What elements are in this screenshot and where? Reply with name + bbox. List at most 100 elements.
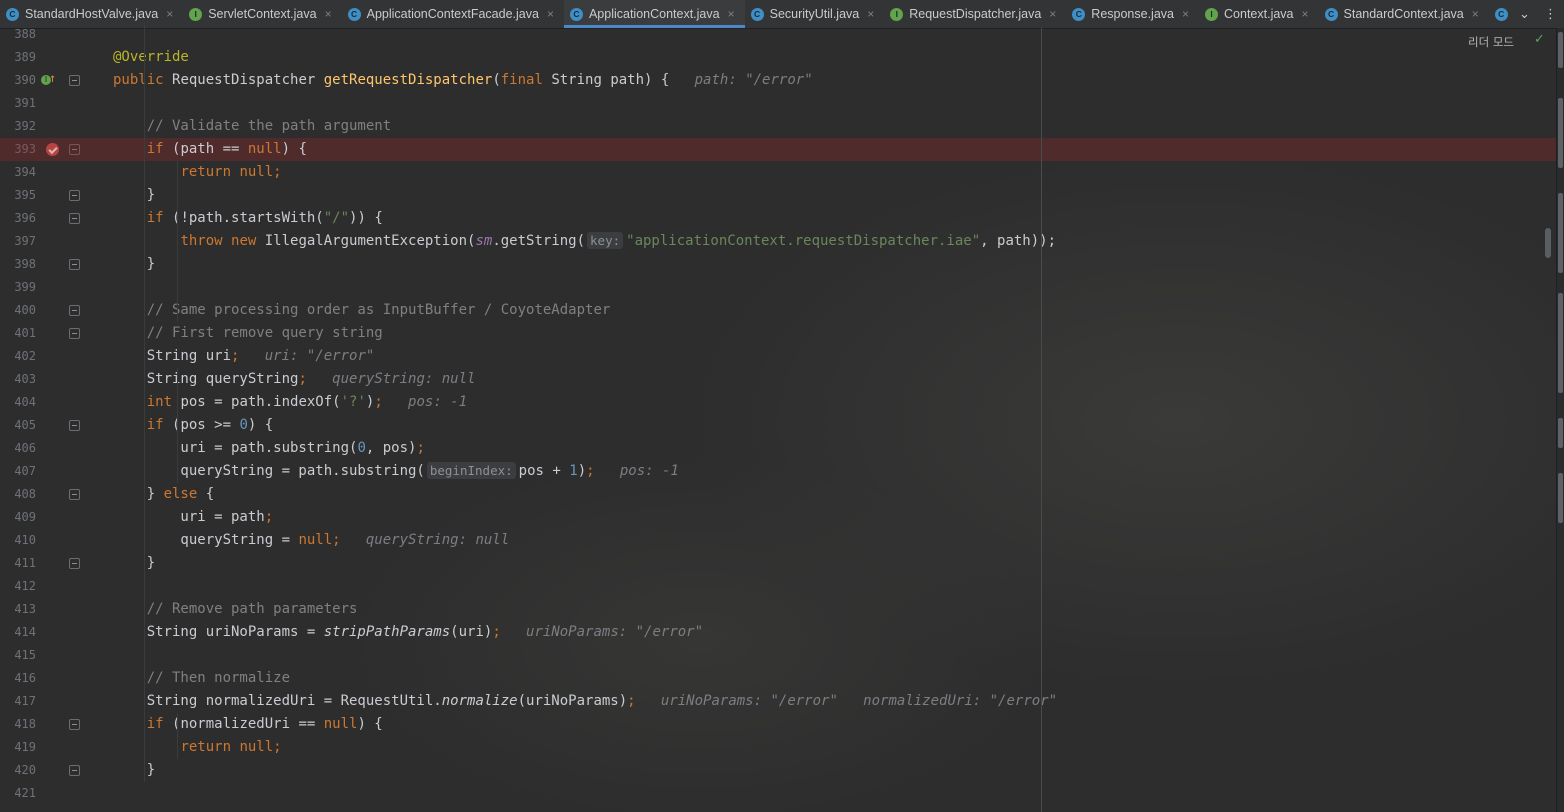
gutter-line[interactable]: 392	[0, 115, 98, 138]
close-icon[interactable]: ×	[1182, 7, 1189, 21]
gutter-line[interactable]: 394	[0, 161, 98, 184]
code-line[interactable]: queryString = null; queryString: null	[113, 529, 509, 552]
close-icon[interactable]: ×	[325, 7, 332, 21]
more-actions-icon[interactable]: ⋮	[1544, 7, 1557, 22]
code-line[interactable]: }	[113, 253, 155, 276]
gutter-line[interactable]: 406	[0, 437, 98, 460]
editor-scrollbar-thumb[interactable]	[1545, 228, 1551, 258]
override-arrow-icon[interactable]: ↑	[49, 71, 56, 85]
gutter-line[interactable]: 398	[0, 253, 98, 276]
code-line[interactable]: // Then normalize	[113, 667, 290, 690]
tool-window-button[interactable]	[1558, 32, 1563, 68]
tab-context[interactable]: I Context.java ×	[1199, 0, 1319, 28]
tab-requestdispatcher[interactable]: I RequestDispatcher.java ×	[884, 0, 1066, 28]
gutter-line[interactable]: 405	[0, 414, 98, 437]
gutter-line[interactable]: 413	[0, 598, 98, 621]
tab-applicationcontext[interactable]: C ApplicationContext.java ×	[563, 0, 745, 28]
code-line[interactable]: return null;	[113, 161, 281, 184]
code-line[interactable]: String normalizedUri = RequestUtil.norma…	[113, 690, 1057, 713]
code-line[interactable]: if (pos >= 0) {	[113, 414, 273, 437]
fold-marker-icon[interactable]	[69, 489, 80, 500]
fold-marker-icon[interactable]	[69, 420, 80, 431]
code-line[interactable]: // First remove query string	[113, 322, 383, 345]
chevron-down-icon[interactable]: ⌄	[1519, 7, 1530, 22]
gutter-line[interactable]: 410	[0, 529, 98, 552]
tool-window-button[interactable]	[1558, 293, 1563, 393]
tab-response[interactable]: C Response.java ×	[1066, 0, 1199, 28]
code-line[interactable]: String uri; uri: "/error"	[113, 345, 375, 368]
gutter-line[interactable]: 388	[0, 23, 98, 46]
fold-marker-icon[interactable]	[69, 213, 80, 224]
code-line[interactable]: int pos = path.indexOf('?'); pos: -1	[113, 391, 467, 414]
fold-marker-icon[interactable]	[69, 75, 80, 86]
code-line[interactable]: return null;	[113, 736, 281, 759]
gutter-line[interactable]: 397	[0, 230, 98, 253]
code-line[interactable]: throw new IllegalArgumentException(sm.ge…	[113, 230, 1056, 253]
close-icon[interactable]: ×	[728, 7, 735, 21]
gutter-line[interactable]: 408	[0, 483, 98, 506]
code-line[interactable]: @Override	[113, 46, 189, 69]
gutter-line[interactable]: 420	[0, 759, 98, 782]
gutter-line[interactable]: 416	[0, 667, 98, 690]
inspection-ok-icon[interactable]: ✓	[1534, 32, 1545, 47]
code-line[interactable]: }	[113, 552, 155, 575]
fold-marker-icon[interactable]	[69, 719, 80, 730]
close-icon[interactable]: ×	[1472, 7, 1479, 21]
gutter-line[interactable]: 412	[0, 575, 98, 598]
code-line[interactable]: if (normalizedUri == null) {	[113, 713, 383, 736]
close-icon[interactable]: ×	[867, 7, 874, 21]
gutter-line[interactable]: 415	[0, 644, 98, 667]
gutter-line[interactable]: 418	[0, 713, 98, 736]
code-line[interactable]: // Validate the path argument	[113, 115, 391, 138]
gutter-line[interactable]: 401	[0, 322, 98, 345]
tab-applicationcontextfacade[interactable]: C ApplicationContextFacade.java ×	[342, 0, 564, 28]
code-line[interactable]: queryString = path.substring(beginIndex:…	[113, 460, 679, 483]
code-line[interactable]: if (!path.startsWith("/")) {	[113, 207, 383, 230]
gutter-line[interactable]: 421	[0, 782, 98, 805]
gutter-line[interactable]: 419	[0, 736, 98, 759]
gutter-line[interactable]: 414	[0, 621, 98, 644]
gutter-line[interactable]: 404	[0, 391, 98, 414]
fold-marker-icon[interactable]	[69, 765, 80, 776]
gutter-line[interactable]: 399	[0, 276, 98, 299]
gutter-line[interactable]: 417	[0, 690, 98, 713]
code-line[interactable]: uri = path.substring(0, pos);	[113, 437, 424, 460]
gutter-line[interactable]: 389	[0, 46, 98, 69]
close-icon[interactable]: ×	[1302, 7, 1309, 21]
code-line[interactable]: public RequestDispatcher getRequestDispa…	[113, 69, 813, 92]
code-line[interactable]: String uriNoParams = stripPathParams(uri…	[113, 621, 703, 644]
code-editor[interactable]: @Override public RequestDispatcher getReq…	[0, 23, 1556, 812]
gutter-line[interactable]: 395	[0, 184, 98, 207]
gutter-line[interactable]: 396	[0, 207, 98, 230]
tab-servletcontext[interactable]: I ServletContext.java ×	[183, 0, 341, 28]
gutter-line[interactable]: 407	[0, 460, 98, 483]
fold-marker-icon[interactable]	[69, 305, 80, 316]
close-icon[interactable]: ×	[1049, 7, 1056, 21]
code-line[interactable]: }	[113, 184, 155, 207]
code-line[interactable]: uri = path;	[113, 506, 273, 529]
code-line[interactable]: if (path == null) {	[113, 138, 307, 161]
tab-standardcontext[interactable]: C StandardContext.java ×	[1319, 0, 1489, 28]
fold-marker-icon[interactable]	[69, 558, 80, 569]
close-icon[interactable]: ×	[166, 7, 173, 21]
fold-marker-icon[interactable]	[69, 328, 80, 339]
gutter-line[interactable]: 409	[0, 506, 98, 529]
tool-window-button[interactable]	[1558, 473, 1563, 523]
code-line[interactable]: String queryString; queryString: null	[113, 368, 476, 391]
code-line[interactable]: } else {	[113, 483, 214, 506]
tab-securityutil[interactable]: C SecurityUtil.java ×	[745, 0, 885, 28]
tool-window-button[interactable]	[1558, 193, 1563, 273]
gutter-line[interactable]: 390 I ↑	[0, 69, 98, 92]
tool-window-button[interactable]	[1558, 98, 1563, 168]
gutter-line[interactable]: 402	[0, 345, 98, 368]
gutter-line[interactable]: 403	[0, 368, 98, 391]
code-line[interactable]: // Remove path parameters	[113, 598, 358, 621]
gutter-line[interactable]: 391	[0, 92, 98, 115]
code-line[interactable]: // Same processing order as InputBuffer …	[113, 299, 611, 322]
close-icon[interactable]: ×	[547, 7, 554, 21]
reader-mode-toggle[interactable]: 리더 모드	[1468, 34, 1514, 50]
tool-window-button[interactable]	[1558, 418, 1563, 448]
gutter-line[interactable]: 411	[0, 552, 98, 575]
fold-marker-icon[interactable]	[69, 190, 80, 201]
gutter-line[interactable]: 400	[0, 299, 98, 322]
